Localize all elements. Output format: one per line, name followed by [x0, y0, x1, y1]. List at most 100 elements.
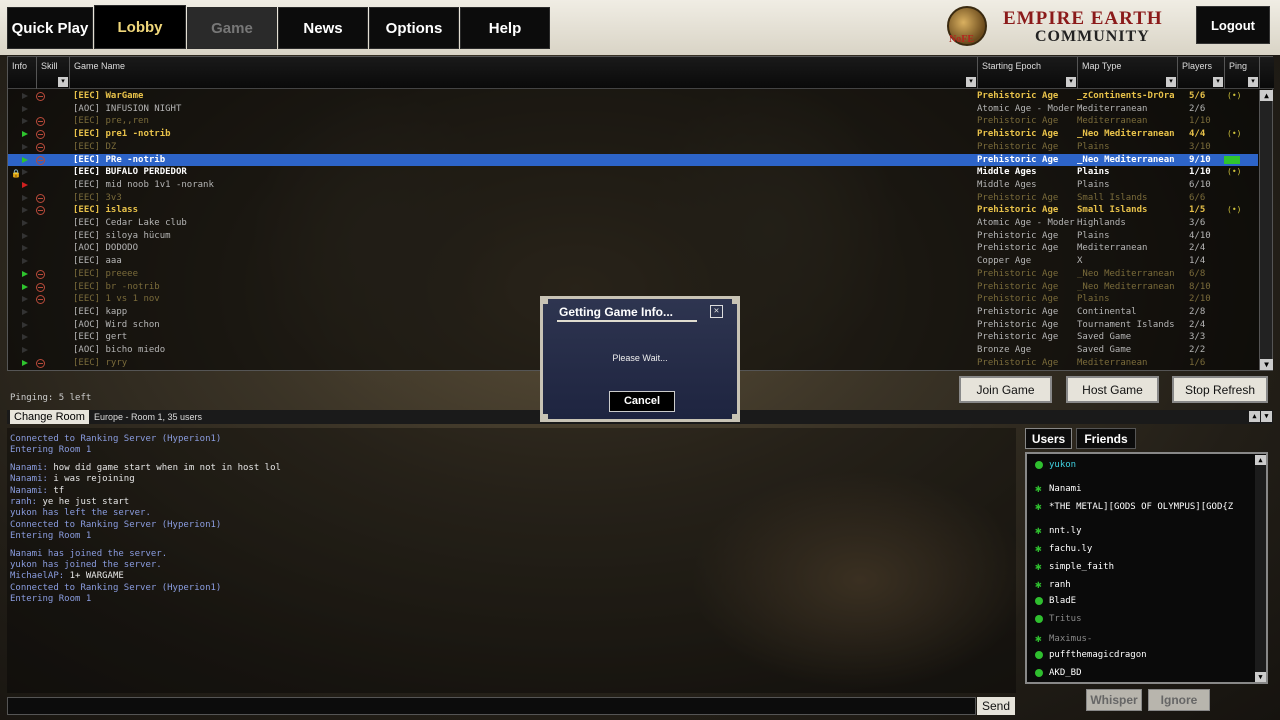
expand-arrow-icon[interactable] [22, 283, 28, 290]
expand-arrow-icon[interactable] [22, 169, 28, 176]
chat-nick[interactable]: ranh: [10, 497, 43, 507]
sort-arrow-icon[interactable]: ▾ [1213, 77, 1223, 87]
user-item[interactable]: BladE [1035, 596, 1076, 606]
tab-friends[interactable]: Friends [1076, 428, 1136, 449]
game-row[interactable]: [EEC] PRe -notrib Prehistoric Age _Neo Med… [8, 153, 1258, 167]
user-item[interactable]: Tritus [1035, 614, 1082, 624]
collapse-up-icon[interactable]: ▲ [1249, 411, 1260, 422]
game-row[interactable]: [AOC] DODODO Prehistoric Age Mediterranean… [8, 242, 1258, 255]
cell-starting-epoch: Middle Ages [977, 179, 1037, 190]
expand-arrow-icon[interactable] [22, 118, 28, 125]
chat-nick[interactable]: Nanami: [10, 463, 53, 473]
game-row[interactable]: [EEC] siloya hücum Prehistoric Age Plains 4… [8, 230, 1258, 243]
sort-arrow-icon[interactable]: ▾ [1248, 77, 1258, 87]
game-row[interactable]: 🔒 [EEC] BUFALO PERDEDOR Middle Ages Plains 1… [8, 166, 1258, 179]
game-row[interactable]: [EEC] WarGame Prehistoric Age _zContinents… [8, 90, 1258, 103]
expand-arrow-icon[interactable] [22, 194, 28, 201]
expand-arrow-icon[interactable] [22, 245, 28, 252]
user-item[interactable]: ✱ Nanami [1035, 482, 1082, 495]
logout-button[interactable]: Logout [1196, 6, 1270, 44]
user-item[interactable]: puffthemagicdragon [1035, 650, 1147, 660]
sort-arrow-icon[interactable]: ▾ [58, 77, 68, 87]
column-map-type[interactable]: Map Type ▾ [1078, 57, 1178, 89]
column-ping[interactable]: Ping ▾ [1225, 57, 1260, 89]
join-game-button[interactable]: Join Game [959, 376, 1052, 403]
chat-input[interactable] [7, 697, 976, 715]
scroll-down-icon[interactable]: ▼ [1255, 672, 1266, 682]
user-item[interactable]: ✱ fachu.ly [1035, 542, 1092, 555]
game-row[interactable]: [AOC] INFUSION NIGHT Atomic Age - Moder Me… [8, 103, 1258, 116]
cell-starting-epoch: Prehistoric Age [977, 154, 1059, 165]
game-list-scrollbar[interactable]: ▲ ▼ [1259, 90, 1273, 370]
nav-options[interactable]: Options [369, 7, 459, 49]
nav-news[interactable]: News [278, 7, 368, 49]
expand-arrow-icon[interactable] [22, 359, 28, 366]
expand-arrow-icon[interactable] [22, 334, 28, 341]
game-row[interactable]: [EEC] pre,,ren Prehistoric Age Mediterrane… [8, 115, 1258, 128]
dialog-title-underline [557, 320, 697, 322]
whisper-button[interactable]: Whisper [1086, 689, 1142, 711]
game-row[interactable]: [EEC] 3v3 Prehistoric Age Small Islands 6/6 [8, 192, 1258, 205]
user-list-scrollbar[interactable]: ▲ ▼ [1255, 455, 1266, 682]
game-row[interactable]: [EEC] islass Prehistoric Age Small Islands… [8, 204, 1258, 217]
host-game-button[interactable]: Host Game [1066, 376, 1159, 403]
nav-game[interactable]: Game [187, 7, 277, 49]
user-item[interactable]: AKD_BD [1035, 668, 1082, 678]
expand-arrow-icon[interactable] [22, 181, 28, 188]
expand-arrow-icon[interactable] [22, 308, 28, 315]
ignore-button[interactable]: Ignore [1148, 689, 1210, 711]
sort-arrow-icon[interactable]: ▾ [1066, 77, 1076, 87]
column-game-name[interactable]: Game Name ▾ [70, 57, 978, 89]
change-room-button[interactable]: Change Room [10, 410, 89, 424]
sort-arrow-icon[interactable]: ▾ [966, 77, 976, 87]
user-item[interactable]: yukon [1035, 460, 1076, 470]
stop-refresh-button[interactable]: Stop Refresh [1172, 376, 1268, 403]
expand-arrow-icon[interactable] [22, 156, 28, 163]
nav-help[interactable]: Help [460, 7, 550, 49]
collapse-down-icon[interactable]: ▼ [1261, 411, 1272, 422]
chat-nick[interactable]: Nanami: [10, 474, 53, 484]
expand-arrow-icon[interactable] [22, 270, 28, 277]
column-starting-epoch[interactable]: Starting Epoch ▾ [978, 57, 1078, 89]
close-icon[interactable]: ✕ [710, 305, 723, 318]
game-row[interactable]: [EEC] Cedar Lake club Atomic Age - Moder H… [8, 217, 1258, 230]
game-row[interactable]: [EEC] mid noob 1v1 -norank Middle Ages Pla… [8, 179, 1258, 192]
chat-nick[interactable]: MichaelAP: [10, 571, 70, 581]
column-skill[interactable]: Skill ▾ [37, 57, 70, 89]
game-row[interactable]: [EEC] DZ Prehistoric Age Plains 3/10 [8, 141, 1258, 154]
expand-arrow-icon[interactable] [22, 143, 28, 150]
column-info[interactable]: Info [8, 57, 37, 89]
game-row[interactable]: [EEC] pre1 -notrib Prehistoric Age _Neo Me… [8, 128, 1258, 141]
expand-arrow-icon[interactable] [22, 296, 28, 303]
expand-arrow-icon[interactable] [22, 232, 28, 239]
expand-arrow-icon[interactable] [22, 131, 28, 138]
scroll-up-icon[interactable]: ▲ [1255, 455, 1266, 465]
send-button[interactable]: Send [977, 697, 1015, 715]
scroll-down-icon[interactable]: ▼ [1260, 359, 1273, 370]
chat-nick[interactable]: Nanami: [10, 486, 53, 496]
expand-arrow-icon[interactable] [22, 258, 28, 265]
user-item[interactable]: ✱ simple_faith [1035, 560, 1114, 573]
expand-arrow-icon[interactable] [22, 207, 28, 214]
cancel-button[interactable]: Cancel [609, 391, 675, 412]
user-item[interactable]: ✱ Maximus- [1035, 632, 1092, 645]
expand-arrow-icon[interactable] [22, 321, 28, 328]
skill-icon [36, 358, 45, 368]
expand-arrow-icon[interactable] [22, 347, 28, 353]
game-row[interactable]: [EEC] aaa Copper Age X 1/4 [8, 255, 1258, 268]
user-item[interactable]: ✱ nnt.ly [1035, 524, 1082, 537]
expand-arrow-icon[interactable] [22, 220, 28, 226]
sort-arrow-icon[interactable]: ▾ [1166, 77, 1176, 87]
scroll-up-icon[interactable]: ▲ [1260, 90, 1273, 101]
tab-users[interactable]: Users [1025, 428, 1072, 449]
column-players[interactable]: Players ▾ [1178, 57, 1225, 89]
game-row[interactable]: [EEC] br -notrib Prehistoric Age _Neo Medi… [8, 281, 1258, 294]
game-row[interactable]: [EEC] preeee Prehistoric Age _Neo Mediterr… [8, 268, 1258, 281]
expand-arrow-icon[interactable] [22, 105, 28, 112]
user-item[interactable]: ✱ ranh [1035, 578, 1071, 591]
user-name: puffthemagicdragon [1049, 650, 1147, 660]
user-item[interactable]: ✱ *THE METAL][GODS OF OLYMPUS][GOD{Z [1035, 500, 1233, 513]
expand-arrow-icon[interactable] [22, 93, 28, 99]
nav-lobby[interactable]: Lobby [94, 5, 186, 49]
nav-quick-play[interactable]: Quick Play [7, 7, 93, 49]
